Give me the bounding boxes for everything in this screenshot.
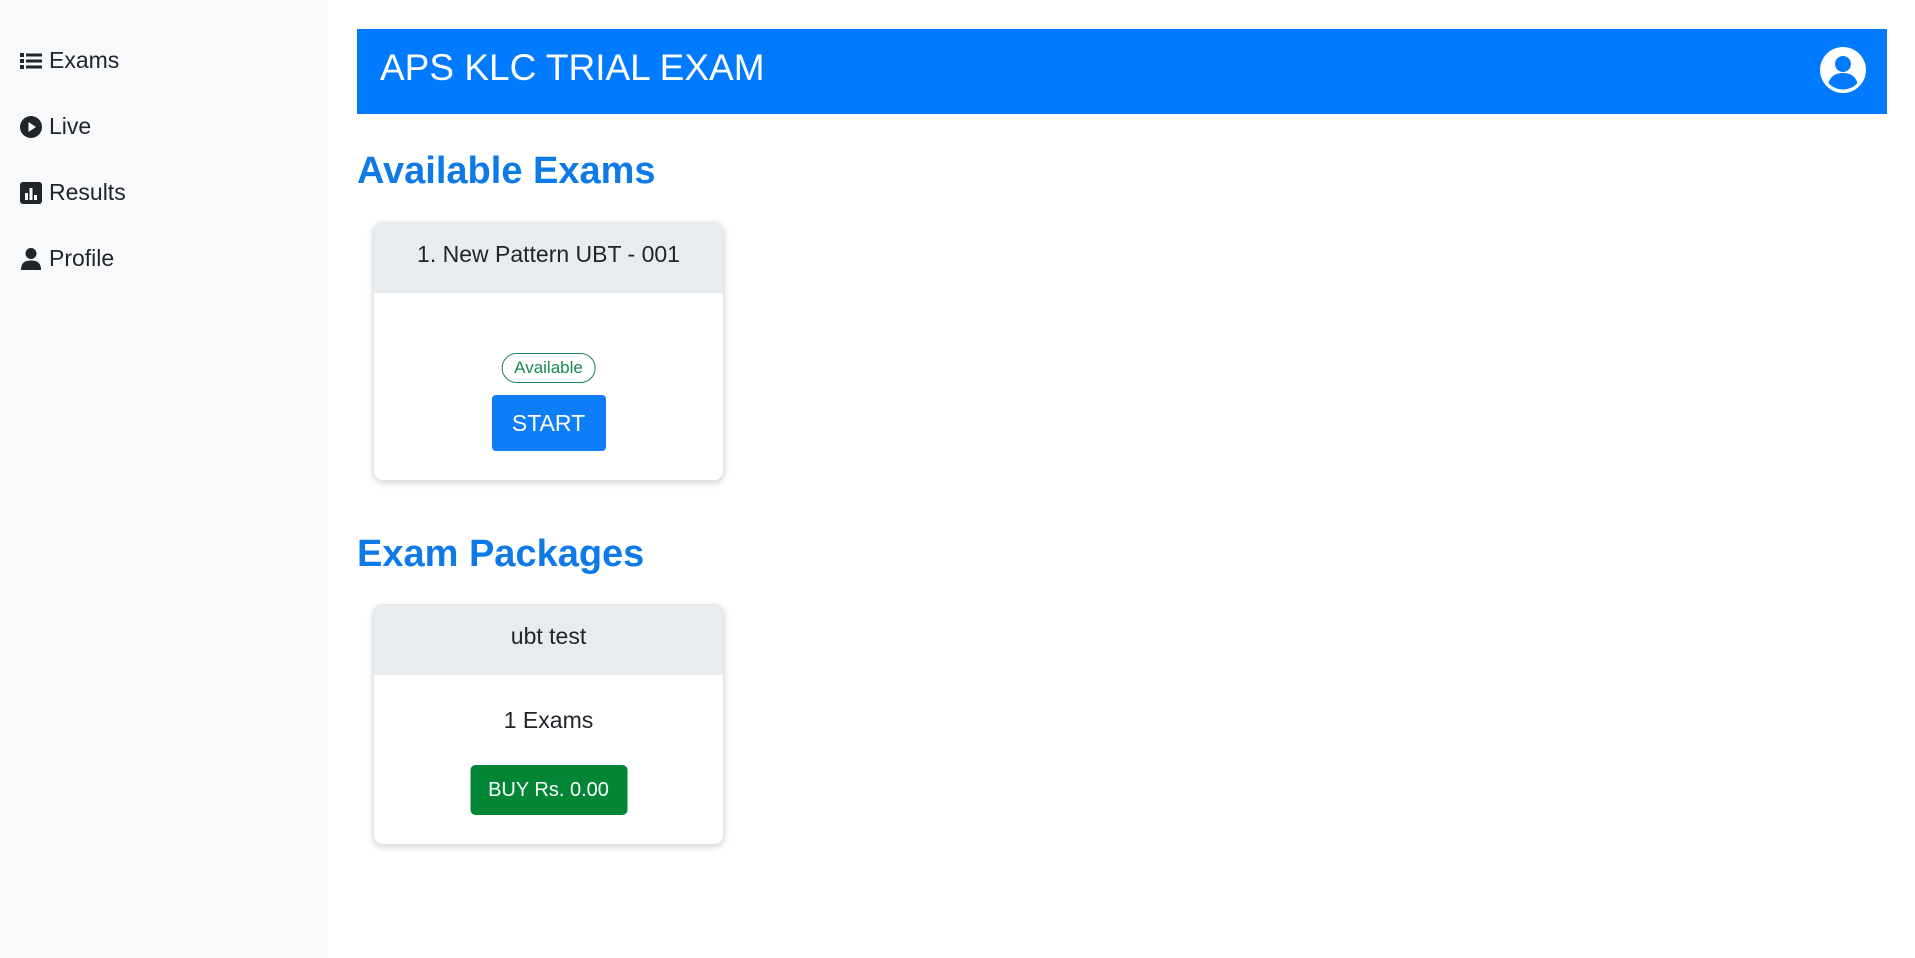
sidebar-item-profile[interactable]: Profile bbox=[19, 245, 114, 272]
sidebar: Exams Live Results Profile bbox=[0, 0, 328, 958]
sidebar-item-live[interactable]: Live bbox=[19, 113, 91, 140]
app-header: APS KLC TRIAL EXAM bbox=[357, 29, 1887, 114]
sidebar-item-label: Results bbox=[49, 179, 126, 205]
exam-card-title: 1. New Pattern UBT - 001 bbox=[374, 223, 723, 293]
exam-card: 1. New Pattern UBT - 001 Available START bbox=[373, 222, 724, 481]
sidebar-item-label: Live bbox=[49, 113, 92, 139]
person-icon bbox=[19, 247, 45, 271]
start-button[interactable]: START bbox=[491, 395, 606, 451]
sidebar-item-results[interactable]: Results bbox=[19, 179, 126, 206]
list-icon bbox=[19, 49, 45, 73]
bar-chart-icon bbox=[19, 181, 45, 205]
app-title: APS KLC TRIAL EXAM bbox=[380, 47, 765, 88]
available-exams-heading: Available Exams bbox=[357, 150, 656, 192]
sidebar-item-label: Profile bbox=[49, 245, 115, 271]
package-card-title: ubt test bbox=[374, 605, 723, 675]
package-card: ubt test 1 Exams BUY Rs. 0.00 bbox=[373, 604, 724, 845]
sidebar-item-exams[interactable]: Exams bbox=[19, 47, 119, 74]
play-circle-icon bbox=[19, 115, 45, 139]
buy-button[interactable]: BUY Rs. 0.00 bbox=[470, 765, 627, 815]
exam-packages-heading: Exam Packages bbox=[357, 533, 645, 575]
status-badge: Available bbox=[501, 353, 596, 383]
user-circle-icon[interactable] bbox=[1819, 46, 1867, 94]
exam-count: 1 Exams bbox=[503, 707, 594, 733]
sidebar-item-label: Exams bbox=[49, 47, 120, 73]
